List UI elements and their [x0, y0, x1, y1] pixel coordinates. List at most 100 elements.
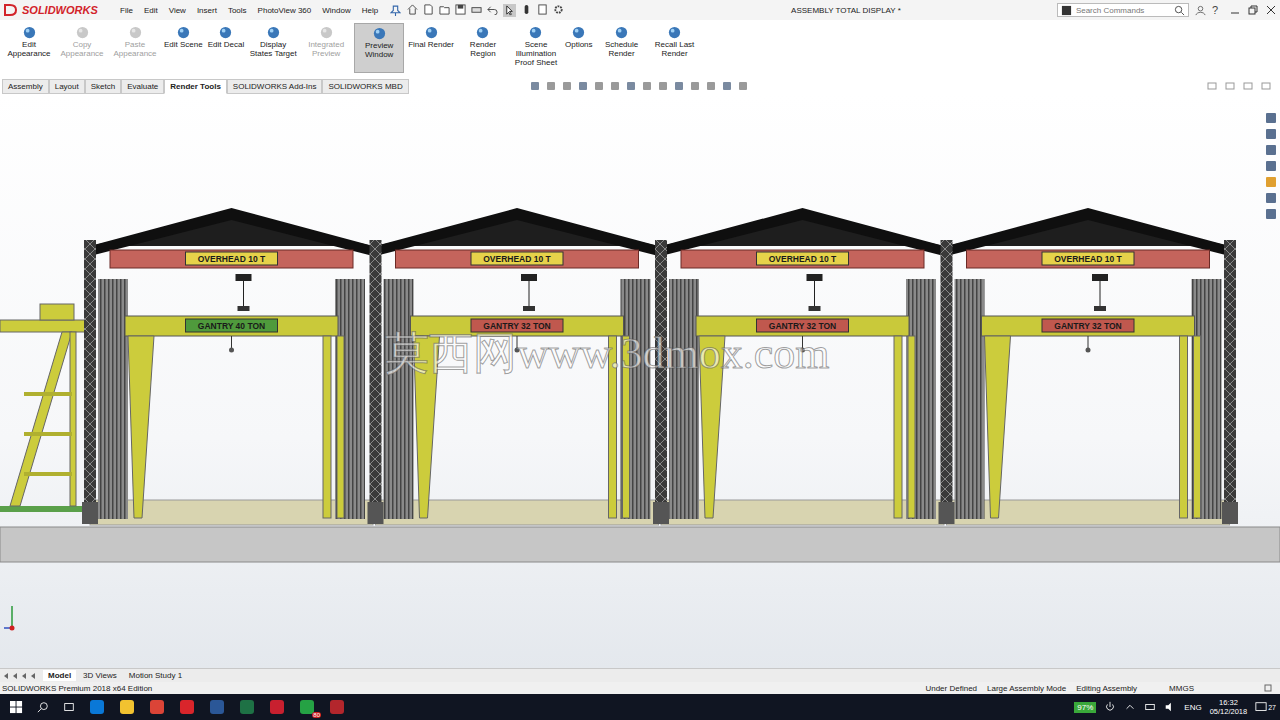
menu-item[interactable]: Window [322, 6, 350, 15]
ribbon-button[interactable]: Schedule Render [597, 23, 647, 73]
taskbar-app[interactable] [269, 699, 285, 715]
task-pane-icon[interactable] [1265, 144, 1277, 156]
model-tab[interactable]: Motion Study 1 [124, 670, 187, 681]
rebuild-icon[interactable] [521, 4, 532, 15]
viewport-control-icon[interactable] [1224, 80, 1236, 92]
taskbar-app[interactable] [149, 699, 165, 715]
ribbon-button[interactable]: Edit Scene [163, 23, 204, 73]
taskbar-app[interactable]: 80 [299, 699, 315, 715]
menu-item[interactable]: View [169, 6, 186, 15]
input-language[interactable]: ENG [1184, 703, 1201, 712]
command-tab[interactable]: Render Tools [164, 79, 227, 94]
ribbon-button[interactable]: Recall Last Render [650, 23, 700, 73]
view-tool-icon[interactable] [529, 80, 541, 92]
view-tool-icon[interactable] [721, 80, 733, 92]
ribbon-button[interactable]: Edit Appearance [4, 23, 54, 73]
command-tab[interactable]: Evaluate [121, 79, 164, 94]
ribbon-button[interactable]: Render Region [458, 23, 508, 73]
scroll-arrow-icon[interactable] [11, 672, 19, 680]
search-box[interactable]: Search Commands [1057, 3, 1189, 17]
scroll-arrow-icon[interactable] [2, 672, 10, 680]
task-pane-icon[interactable] [1265, 208, 1277, 220]
task-pane-icon[interactable] [1265, 160, 1277, 172]
menu-item[interactable]: File [120, 6, 133, 15]
view-tool-icon[interactable] [737, 80, 749, 92]
logo[interactable]: SOLIDWORKS [4, 4, 114, 16]
volume-icon[interactable] [1164, 701, 1176, 713]
view-tool-icon[interactable] [641, 80, 653, 92]
home-icon[interactable] [407, 4, 418, 15]
view-tool-icon[interactable] [609, 80, 621, 92]
model-tab[interactable]: 3D Views [78, 670, 122, 681]
print-icon[interactable] [471, 4, 482, 15]
battery-indicator[interactable]: 97% [1074, 702, 1096, 713]
notification-center[interactable]: 27 [1255, 701, 1276, 713]
view-tool-icon[interactable] [545, 80, 557, 92]
options-gear-icon[interactable] [553, 4, 564, 15]
taskbar-app[interactable] [119, 699, 135, 715]
crane-bay[interactable]: OVERHEAD 10 TGANTRY 32 TON [947, 208, 1230, 525]
menu-item[interactable]: Help [362, 6, 378, 15]
graphics-area[interactable]: OVERHEAD 10 TGANTRY 40 TON OVERHEAD 10 TG… [0, 94, 1280, 668]
ribbon-button[interactable]: Preview Window [354, 23, 404, 73]
command-tab[interactable]: Sketch [85, 79, 121, 94]
view-tool-icon[interactable] [657, 80, 669, 92]
task-pane-icon[interactable] [1265, 192, 1277, 204]
command-tab[interactable]: Assembly [2, 79, 49, 94]
restore-icon[interactable] [1248, 5, 1258, 15]
new-document-icon[interactable] [423, 4, 434, 15]
tab-scroll-arrows[interactable] [2, 672, 37, 680]
model-tab[interactable]: Model [43, 670, 76, 681]
open-folder-icon[interactable] [439, 4, 450, 15]
windows-start-icon[interactable] [10, 701, 23, 714]
task-pane-icon[interactable] [1265, 112, 1277, 124]
ribbon-button[interactable]: Options [564, 23, 594, 73]
user-icon[interactable] [1195, 5, 1206, 16]
menu-item[interactable]: PhotoView 360 [258, 6, 312, 15]
task-pane-icon[interactable] [1265, 128, 1277, 140]
taskbar-app[interactable] [209, 699, 225, 715]
menu-item[interactable]: Tools [228, 6, 247, 15]
select-icon[interactable] [503, 4, 516, 17]
taskbar-app[interactable] [329, 699, 345, 715]
menu-item[interactable]: Insert [197, 6, 217, 15]
status-customize-icon[interactable] [1264, 684, 1272, 692]
clock[interactable]: 16:3205/12/2018 [1210, 698, 1248, 716]
command-tab[interactable]: SOLIDWORKS MBD [322, 79, 408, 94]
view-tool-icon[interactable] [593, 80, 605, 92]
help-button[interactable]: ? [1212, 4, 1218, 16]
scroll-arrow-icon[interactable] [20, 672, 28, 680]
power-icon[interactable] [1104, 701, 1116, 713]
ribbon-button[interactable]: Scene Illumination Proof Sheet [511, 23, 561, 73]
task-view-icon[interactable] [63, 701, 75, 713]
pin-icon[interactable] [390, 5, 401, 16]
search-icon[interactable] [37, 701, 49, 713]
taskbar-app[interactable] [239, 699, 255, 715]
assembly-model[interactable]: OVERHEAD 10 TGANTRY 40 TON OVERHEAD 10 TG… [0, 94, 1280, 668]
network-icon[interactable] [1144, 701, 1156, 713]
viewport-control-icon[interactable] [1242, 80, 1254, 92]
menu-item[interactable]: Edit [144, 6, 158, 15]
tray-expand-icon[interactable] [1124, 701, 1136, 713]
command-tab[interactable]: Layout [49, 79, 85, 94]
ribbon-button[interactable]: Edit Decal [207, 23, 245, 73]
save-icon[interactable] [455, 4, 466, 15]
view-tool-icon[interactable] [625, 80, 637, 92]
scroll-arrow-icon[interactable] [29, 672, 37, 680]
viewport-control-icon[interactable] [1260, 80, 1272, 92]
file-properties-icon[interactable] [537, 4, 548, 15]
close-icon[interactable] [1266, 5, 1276, 15]
view-tool-icon[interactable] [577, 80, 589, 92]
taskbar-app[interactable] [89, 699, 105, 715]
command-tab[interactable]: SOLIDWORKS Add-Ins [227, 79, 323, 94]
viewport-control-icon[interactable] [1206, 80, 1218, 92]
view-tool-icon[interactable] [561, 80, 573, 92]
taskbar-app[interactable] [179, 699, 195, 715]
undo-icon[interactable] [487, 4, 498, 15]
minimize-icon[interactable] [1230, 5, 1240, 15]
ribbon-button[interactable]: Display States Target [248, 23, 298, 73]
view-tool-icon[interactable] [689, 80, 701, 92]
crane-bay[interactable]: OVERHEAD 10 TGANTRY 40 TON [90, 208, 373, 525]
view-tool-icon[interactable] [705, 80, 717, 92]
task-pane-icon[interactable] [1265, 176, 1277, 188]
